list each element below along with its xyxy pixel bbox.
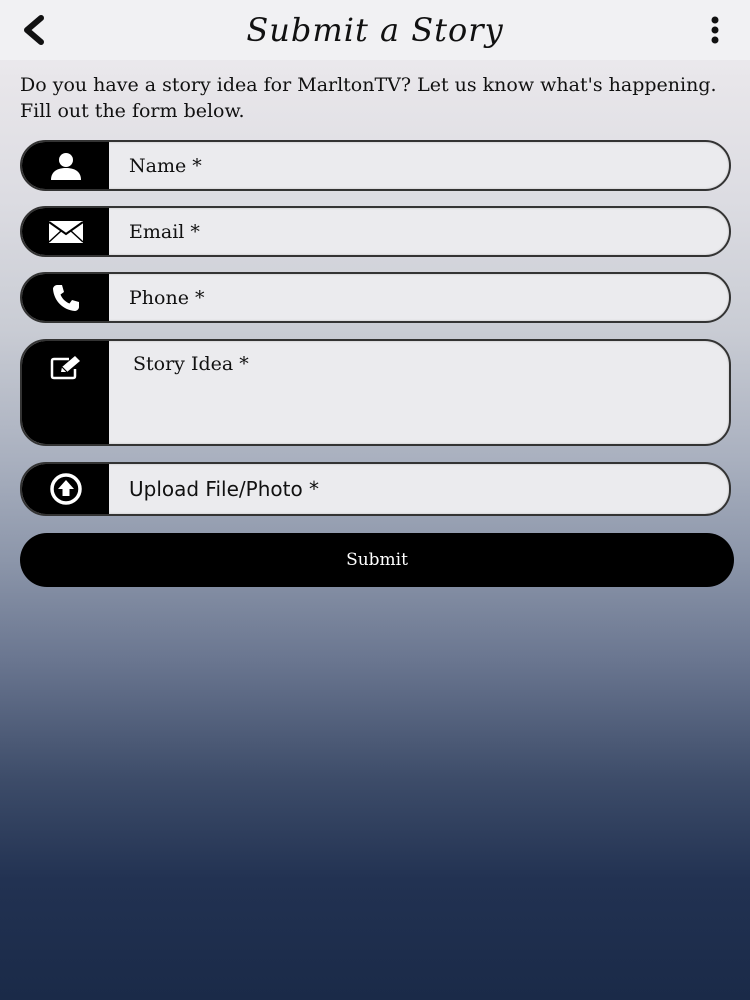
- upload-field[interactable]: Upload File/Photo *: [20, 462, 731, 516]
- envelope-icon: [47, 220, 84, 243]
- email-input[interactable]: Email *: [109, 208, 729, 255]
- upload-icon-box: [22, 464, 109, 514]
- edit-icon: [50, 356, 80, 380]
- upload-file-label[interactable]: Upload File/Photo *: [109, 464, 729, 514]
- story-icon-box: [22, 341, 109, 444]
- name-icon-box: [22, 142, 109, 189]
- phone-icon: [52, 284, 79, 311]
- name-input[interactable]: Name *: [109, 142, 729, 189]
- phone-icon-box: [22, 274, 109, 321]
- app-header: Submit a Story: [0, 0, 750, 60]
- more-vertical-icon: [711, 16, 719, 44]
- submit-button[interactable]: Submit: [20, 533, 734, 587]
- page-title: Submit a Story: [246, 11, 504, 49]
- phone-field[interactable]: Phone *: [20, 272, 731, 323]
- chevron-left-icon: [24, 15, 44, 45]
- story-field[interactable]: Story Idea *: [20, 339, 731, 446]
- phone-input[interactable]: Phone *: [109, 274, 729, 321]
- name-field[interactable]: Name *: [20, 140, 731, 191]
- email-icon-box: [22, 208, 109, 255]
- more-options-button[interactable]: [700, 10, 730, 50]
- story-idea-input[interactable]: Story Idea *: [109, 341, 729, 444]
- back-button[interactable]: [14, 10, 54, 50]
- intro-text: Do you have a story idea for MarltonTV? …: [20, 74, 717, 122]
- upload-icon: [49, 473, 82, 505]
- email-field[interactable]: Email *: [20, 206, 731, 257]
- user-icon: [50, 152, 81, 180]
